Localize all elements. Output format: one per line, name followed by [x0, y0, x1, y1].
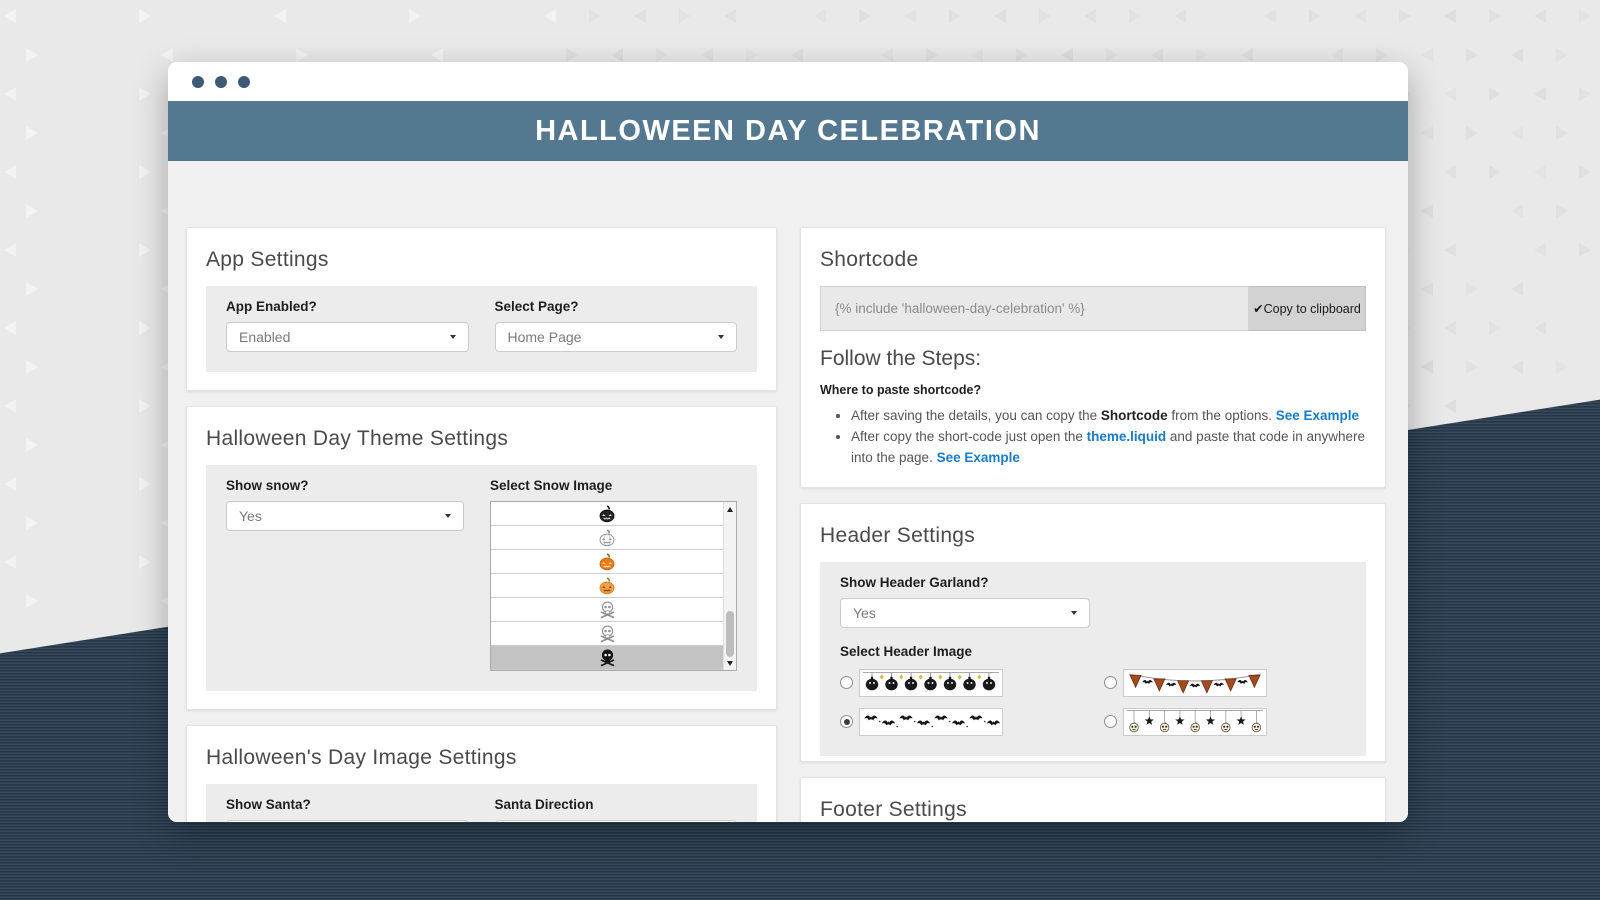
header-settings-card: Header Settings Show Header Garland? Yes… — [800, 503, 1386, 762]
show-santa-field: Show Santa? Yes — [226, 797, 469, 822]
app-settings-card: App Settings App Enabled? Enabled Select… — [186, 227, 777, 391]
show-header-garland-select[interactable]: Yes — [840, 598, 1090, 628]
window-control-dot — [238, 76, 250, 88]
card-title: Footer Settings — [820, 798, 1366, 822]
snow-image-option-pumpkin-orange[interactable] — [491, 550, 723, 574]
field-label: Show Header Garland? — [840, 575, 1346, 590]
snow-image-option-skull-solid[interactable] — [491, 646, 723, 670]
browser-window: HALLOWEEN DAY CELEBRATION App Settings A… — [168, 62, 1408, 822]
page-title: HALLOWEEN DAY CELEBRATION — [535, 115, 1041, 148]
footer-settings-card: Footer Settings — [800, 777, 1386, 822]
snow-image-option-skull-outline-2[interactable] — [491, 622, 723, 646]
window-control-dot — [192, 76, 204, 88]
scrollbar-thumb[interactable] — [726, 611, 734, 656]
pumpkin-orange-light-icon — [598, 577, 616, 595]
field-label: Select Snow Image — [490, 478, 737, 493]
theme-settings-panel: Show snow? Yes Select Snow Image — [206, 465, 757, 691]
header-image-radio[interactable] — [1104, 676, 1117, 689]
image-settings-panel: Show Santa? Yes Santa Direction Bottom L… — [206, 784, 757, 822]
field-label: App Enabled? — [226, 299, 469, 314]
listbox-scrollbar[interactable] — [723, 502, 736, 670]
scroll-up-icon[interactable] — [724, 503, 736, 515]
instruction-bullet: After copy the short-code just open the … — [851, 427, 1366, 469]
instruction-bullet: After saving the details, you can copy t… — [851, 406, 1366, 427]
pumpkin-orange-icon — [598, 553, 616, 571]
select-page-field: Select Page? Home Page — [495, 299, 738, 352]
shortcode-card: Shortcode {% include 'halloween-day-cele… — [800, 227, 1386, 488]
header-settings-panel: Show Header Garland? Yes Select Header I… — [820, 562, 1366, 756]
snow-image-option-pumpkin-orange-light[interactable] — [491, 574, 723, 598]
card-title: App Settings — [206, 248, 757, 272]
app-settings-panel: App Enabled? Enabled Select Page? Home P… — [206, 286, 757, 372]
skull-solid-icon — [598, 648, 617, 667]
chevron-down-icon — [450, 335, 456, 339]
header-image-options — [840, 669, 1346, 736]
snow-image-field: Select Snow Image — [490, 478, 737, 671]
header-image-option-bat-garland[interactable] — [840, 708, 1104, 736]
header-image-option-pennant-bat-garland[interactable] — [1104, 669, 1346, 697]
app-header-band: HALLOWEEN DAY CELEBRATION — [168, 101, 1408, 161]
field-label: Select Page? — [495, 299, 738, 314]
header-image-radio[interactable] — [840, 715, 853, 728]
image-settings-card: Halloween's Day Image Settings Show Sant… — [186, 725, 777, 822]
santa-direction-field: Santa Direction Bottom Left — [495, 797, 738, 822]
skull-outline-icon — [598, 600, 617, 619]
pennant-bat-garland-icon — [1123, 669, 1267, 697]
select-page-select[interactable]: Home Page — [495, 322, 738, 352]
check-icon: ✔ — [1253, 301, 1263, 316]
page-content: App Settings App Enabled? Enabled Select… — [168, 161, 1408, 822]
show-snow-select[interactable]: Yes — [226, 501, 464, 531]
snow-image-option-skull-outline[interactable] — [491, 598, 723, 622]
scroll-down-icon[interactable] — [724, 657, 736, 669]
bat-garland-icon — [859, 708, 1003, 736]
santa-direction-select[interactable]: Bottom Left — [495, 820, 738, 822]
header-image-radio[interactable] — [840, 676, 853, 689]
card-title: Shortcode — [820, 248, 1366, 272]
right-column: Shortcode {% include 'halloween-day-cele… — [800, 227, 1386, 822]
show-santa-select[interactable]: Yes — [226, 820, 469, 822]
chevron-down-icon — [445, 514, 451, 518]
skull-outline-2-icon — [598, 624, 617, 643]
chevron-down-icon — [1071, 611, 1077, 615]
theme-settings-card: Halloween Day Theme Settings Show snow? … — [186, 406, 777, 710]
pumpkin-outline-icon — [598, 529, 616, 547]
field-label: Show Santa? — [226, 797, 469, 812]
snow-image-listbox[interactable] — [490, 501, 737, 671]
window-control-dot — [215, 76, 227, 88]
window-titlebar — [168, 62, 1408, 101]
app-enabled-select[interactable]: Enabled — [226, 322, 469, 352]
see-example-link[interactable]: See Example — [1276, 408, 1359, 423]
shortcode-input[interactable]: {% include 'halloween-day-celebration' %… — [820, 286, 1249, 331]
left-column: App Settings App Enabled? Enabled Select… — [186, 227, 777, 822]
instructions-list: After saving the details, you can copy t… — [851, 406, 1366, 469]
snow-image-option-pumpkin-outline[interactable] — [491, 526, 723, 550]
field-label: Show snow? — [226, 478, 464, 493]
header-image-option-pumpkin-garland[interactable] — [840, 669, 1104, 697]
card-title: Halloween Day Theme Settings — [206, 427, 757, 451]
see-example-link[interactable]: theme.liquid — [1087, 429, 1167, 444]
pumpkin-garland-icon — [859, 669, 1003, 697]
see-example-link[interactable]: See Example — [937, 450, 1020, 465]
pumpkin-dark-icon — [598, 505, 616, 523]
where-to-paste-question: Where to paste shortcode? — [820, 383, 1366, 397]
star-skull-garland-icon — [1123, 708, 1267, 736]
steps-title: Follow the Steps: — [820, 347, 1366, 371]
header-image-option-star-skull-garland[interactable] — [1104, 708, 1346, 736]
snow-image-option-pumpkin-dark[interactable] — [491, 502, 723, 526]
app-enabled-field: App Enabled? Enabled — [226, 299, 469, 352]
field-label: Santa Direction — [495, 797, 738, 812]
card-title: Halloween's Day Image Settings — [206, 746, 757, 770]
chevron-down-icon — [718, 335, 724, 339]
card-title: Header Settings — [820, 524, 1366, 548]
header-image-radio[interactable] — [1104, 715, 1117, 728]
show-snow-field: Show snow? Yes — [226, 478, 464, 671]
field-label: Select Header Image — [840, 644, 1346, 659]
copy-to-clipboard-button[interactable]: ✔ Copy to clipboard — [1249, 286, 1366, 331]
